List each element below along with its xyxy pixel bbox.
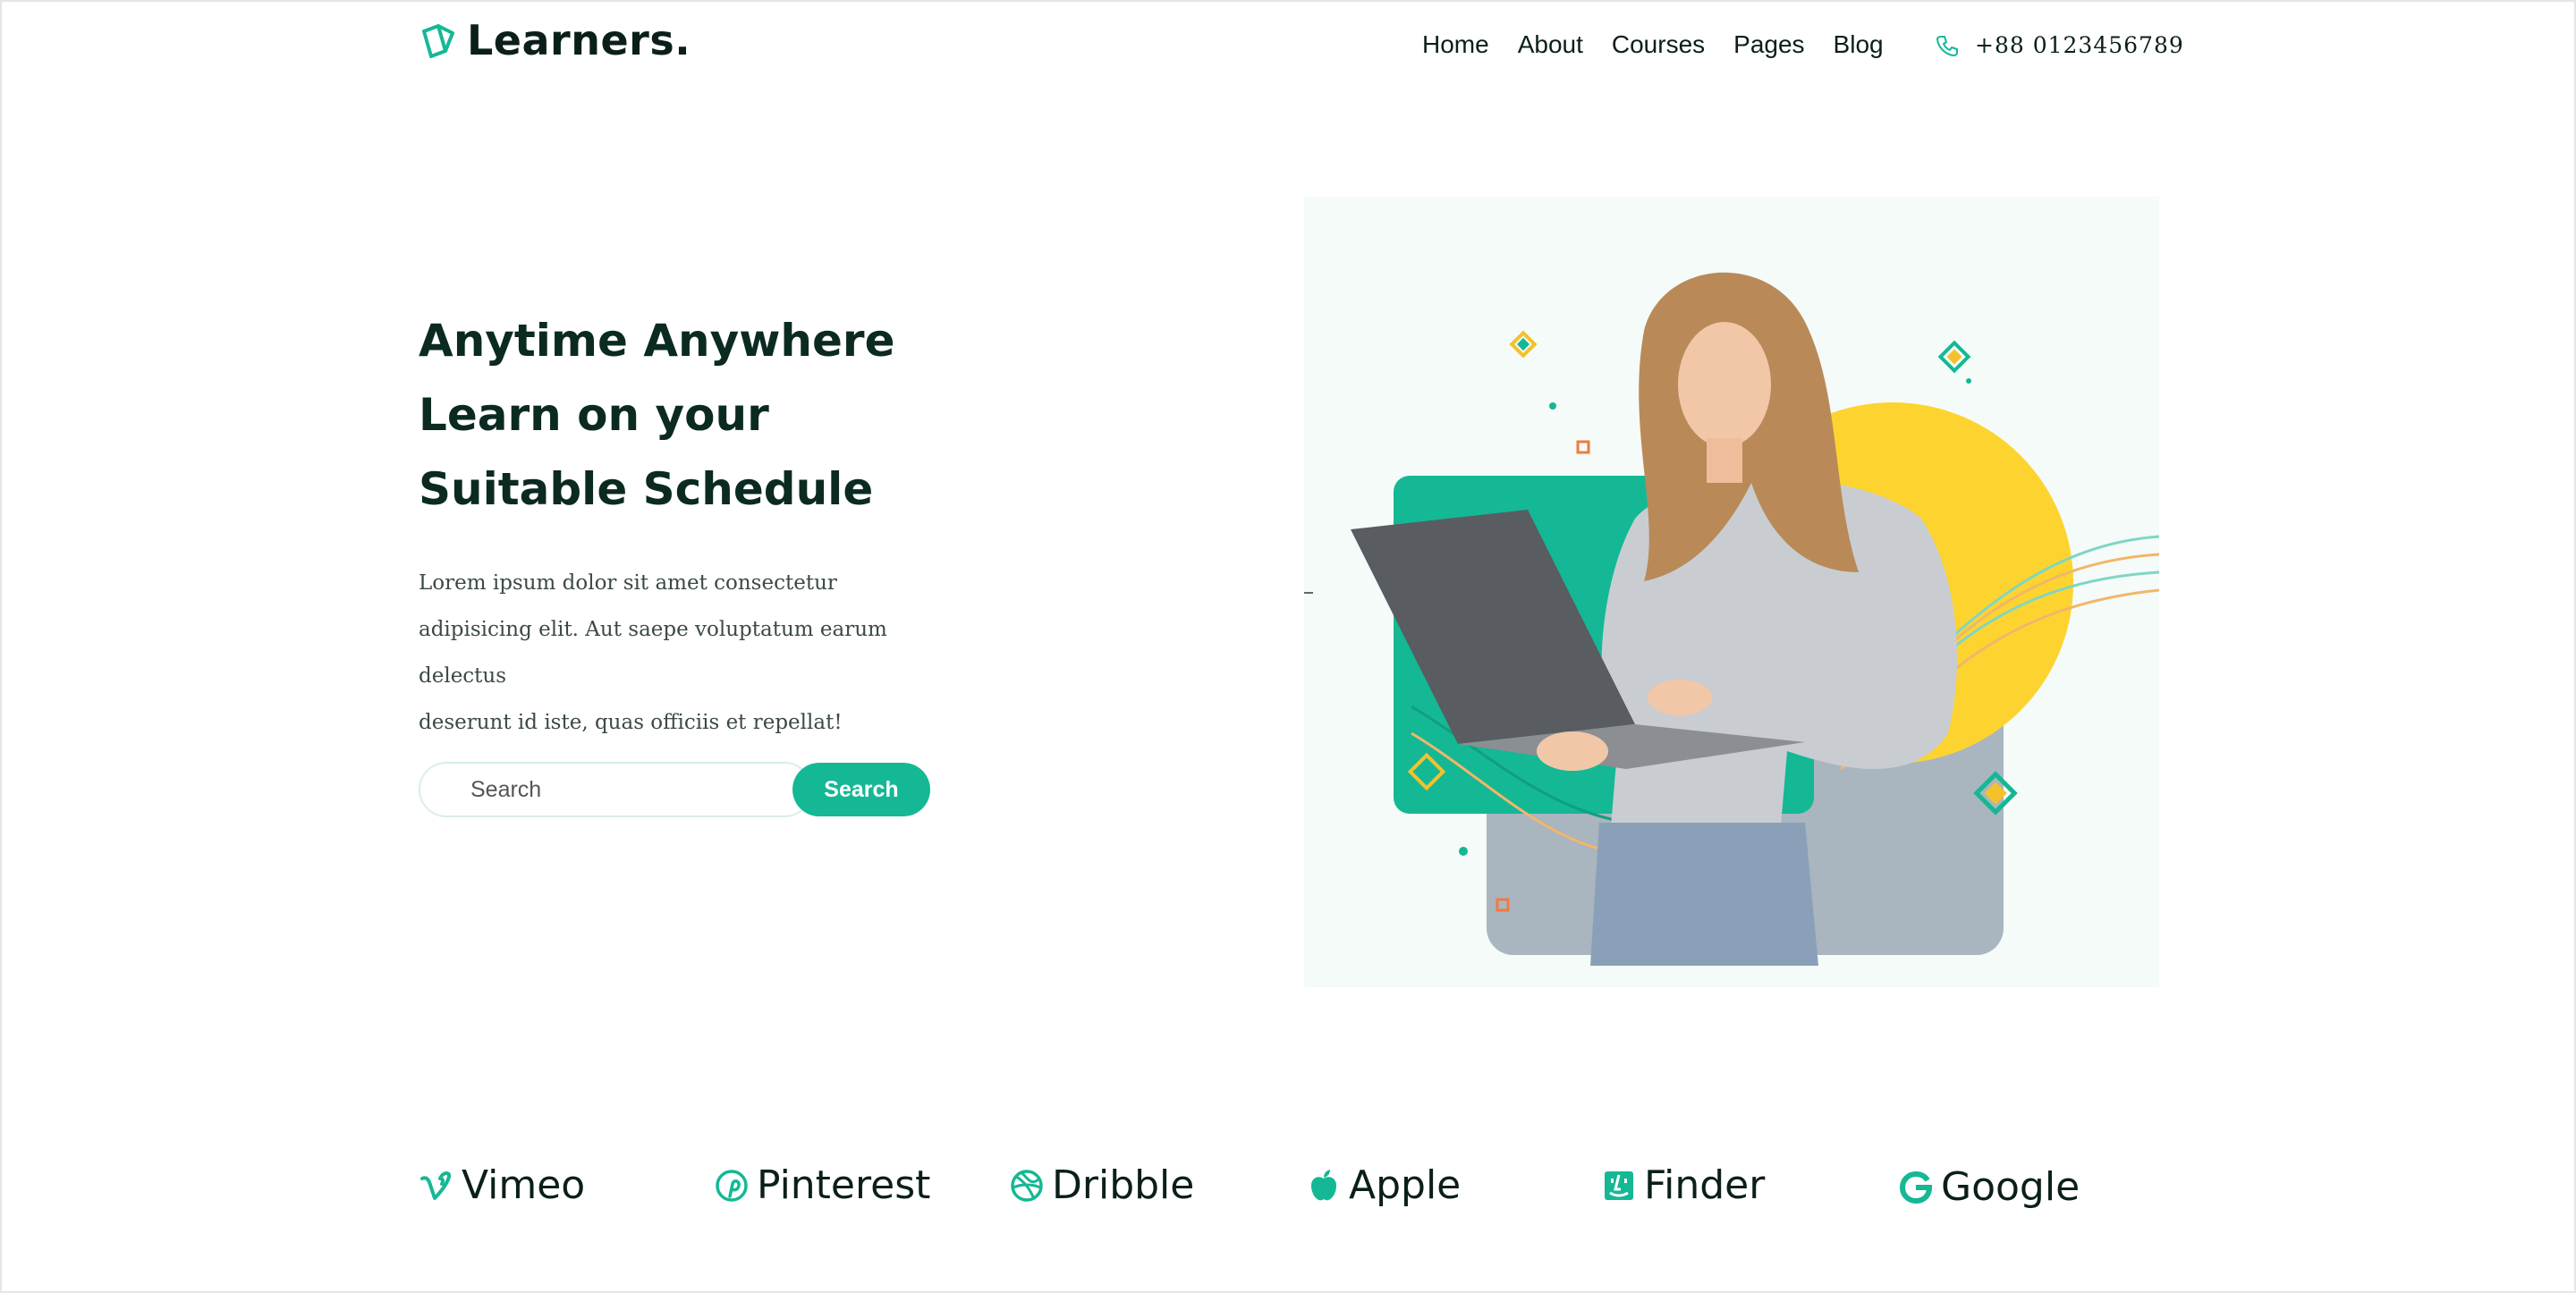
person-face xyxy=(1678,322,1771,447)
brand-label: Google xyxy=(1941,1164,2080,1210)
hero-description-line: adipisicing elit. Aut saepe voluptatum e… xyxy=(419,618,887,688)
nav-home[interactable]: Home xyxy=(1422,30,1489,59)
nav-courses[interactable]: Courses xyxy=(1612,30,1705,59)
apple-icon xyxy=(1311,1169,1336,1200)
brand-label: Dribble xyxy=(1052,1162,1195,1208)
book-logo-icon xyxy=(422,24,454,58)
search-input[interactable] xyxy=(470,762,792,817)
brand-google[interactable]: Google xyxy=(1898,1164,2080,1210)
hero-title-line: Anytime Anywhere xyxy=(419,315,895,367)
hero-illustration xyxy=(1304,272,2159,966)
nav-pages[interactable]: Pages xyxy=(1733,30,1804,59)
brand-pinterest[interactable]: Pinterest xyxy=(714,1162,930,1208)
phone-number: +88 0123456789 xyxy=(1975,32,2184,58)
nav-about[interactable]: About xyxy=(1518,30,1583,59)
vimeo-icon xyxy=(420,1170,452,1200)
brand-label: Vimeo xyxy=(462,1162,586,1208)
person-neck xyxy=(1707,438,1742,483)
person-jeans xyxy=(1590,823,1818,966)
phone-contact[interactable]: +88 0123456789 xyxy=(1936,32,2184,58)
brand-label: Pinterest xyxy=(757,1162,931,1208)
finder-icon xyxy=(1605,1170,1633,1200)
google-icon xyxy=(1899,1170,1933,1204)
brand-label: Finder xyxy=(1644,1162,1766,1208)
hero-title: Anytime Anywhere Learn on your Suitable … xyxy=(419,304,1045,527)
pinterest-icon xyxy=(716,1169,748,1202)
brand-dribble[interactable]: Dribble xyxy=(1009,1162,1194,1208)
dribbble-icon xyxy=(1011,1169,1043,1202)
hero-description-line: Lorem ipsum dolor sit amet consectetur xyxy=(419,571,837,595)
person-hand xyxy=(1648,680,1712,715)
search-form: Search xyxy=(419,762,930,817)
brand-finder[interactable]: Finder xyxy=(1601,1162,1765,1208)
hero-description-line: deserunt id iste, quas officiis et repel… xyxy=(419,711,843,734)
person-hand xyxy=(1537,731,1608,771)
brand-label: Apple xyxy=(1349,1162,1462,1208)
logo[interactable]: Learners. xyxy=(419,16,691,64)
hero-title-line: Suitable Schedule xyxy=(419,463,874,515)
main-nav: Home About Courses Pages Blog xyxy=(1422,30,1884,59)
page-frame xyxy=(0,0,2576,1293)
logo-text: Learners. xyxy=(467,16,691,64)
brand-logos: Vimeo Pinterest Dribble Apple Finder Goo… xyxy=(419,1162,2172,1234)
nav-blog[interactable]: Blog xyxy=(1834,30,1884,59)
brand-vimeo[interactable]: Vimeo xyxy=(419,1162,585,1208)
hero-image xyxy=(1304,197,2159,987)
hero-description: Lorem ipsum dolor sit amet consectetur a… xyxy=(419,560,973,746)
hero-title-line: Learn on your xyxy=(419,389,769,441)
phone-icon xyxy=(1936,35,1958,56)
brand-apple[interactable]: Apple xyxy=(1306,1162,1461,1208)
search-button[interactable]: Search xyxy=(792,763,930,816)
